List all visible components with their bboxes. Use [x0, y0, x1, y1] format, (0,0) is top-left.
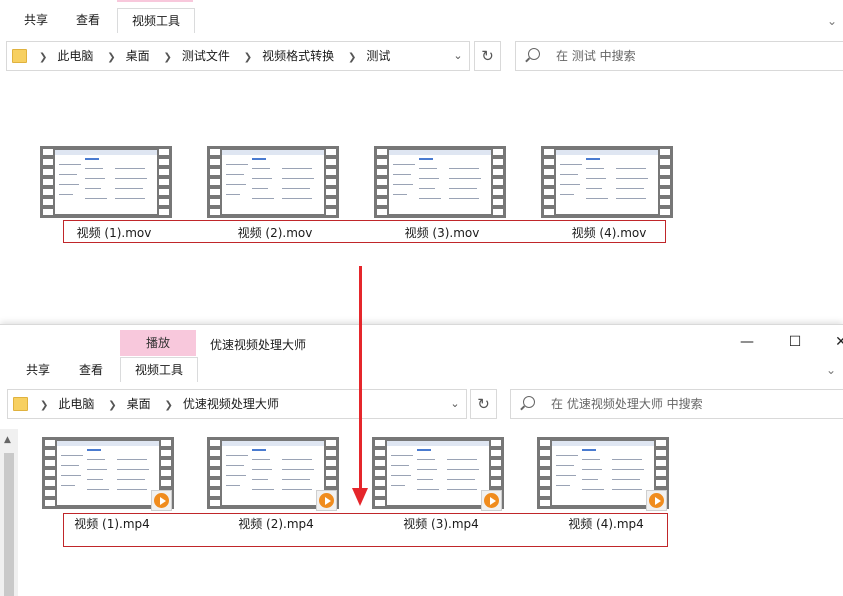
- video-thumbnail: [55, 150, 157, 214]
- video-thumbnail: [556, 150, 658, 214]
- video-file-icon[interactable]: [40, 146, 172, 218]
- breadcrumb: ❯ 此电脑 ❯ 桌面 ❯ 测试文件 ❯ 视频格式转换 ❯ 测试: [33, 42, 394, 70]
- video-file-icon[interactable]: [372, 437, 504, 511]
- search-placeholder: 在 测试 中搜索: [556, 49, 636, 63]
- search-placeholder: 在 优速视频处理大师 中搜索: [551, 397, 703, 411]
- breadcrumb-separator-icon: ❯: [243, 52, 253, 63]
- context-header-play: 播放: [117, 0, 193, 2]
- breadcrumb-item[interactable]: 桌面: [122, 42, 154, 70]
- tab-share[interactable]: 共享: [14, 8, 58, 32]
- video-thumbnail: [57, 441, 159, 505]
- breadcrumb-item[interactable]: 测试文件: [178, 42, 234, 70]
- explorer-window-converter: 播放 优速视频处理大师 — ☐ ✕ 共享 查看 视频工具 ⌄ ❯ 此电脑 ❯ 桌面 …: [0, 324, 843, 596]
- player-badge-icon: [646, 490, 667, 511]
- file-name[interactable]: 视频 (3).mov: [372, 224, 512, 241]
- explorer-window-test: 播放 共享 查看 视频工具 ⌄ ❯ 此电脑 ❯ 桌面 ❯ 测试文件 ❯ 视频格式转换 ❯…: [0, 0, 843, 322]
- address-bar[interactable]: ❯ 此电脑 ❯ 桌面 ❯ 优速视频处理大师 ⌄: [7, 389, 467, 419]
- player-badge-icon: [316, 490, 337, 511]
- breadcrumb-separator-icon: ❯: [108, 400, 117, 411]
- video-file-icon[interactable]: [207, 437, 339, 511]
- tab-share[interactable]: 共享: [16, 358, 60, 382]
- player-badge-icon: [151, 490, 172, 511]
- refresh-icon: ↻: [477, 395, 490, 413]
- tab-view[interactable]: 查看: [69, 358, 113, 382]
- file-name[interactable]: 视频 (4).mov: [539, 224, 679, 241]
- breadcrumb-item[interactable]: 桌面: [123, 390, 155, 418]
- minimize-button[interactable]: —: [724, 329, 770, 355]
- file-name[interactable]: 视频 (1).mp4: [42, 515, 182, 532]
- video-thumbnail: [389, 150, 491, 214]
- refresh-button[interactable]: ↻: [470, 389, 497, 419]
- breadcrumb: ❯ 此电脑 ❯ 桌面 ❯ 优速视频处理大师: [34, 390, 283, 418]
- folder-icon: [12, 49, 27, 63]
- tab-view[interactable]: 查看: [66, 8, 110, 32]
- context-header-play: 播放: [120, 330, 196, 356]
- breadcrumb-separator-icon: ❯: [163, 52, 172, 63]
- ribbon-expand-icon[interactable]: ⌄: [827, 14, 837, 28]
- video-file-icon[interactable]: [541, 146, 673, 218]
- file-name[interactable]: 视频 (2).mp4: [206, 515, 346, 532]
- window-title: 优速视频处理大师: [210, 338, 307, 352]
- ribbon-expand-icon[interactable]: ⌄: [826, 363, 836, 377]
- video-file-icon[interactable]: [42, 437, 174, 511]
- file-name[interactable]: 视频 (4).mp4: [536, 515, 676, 532]
- refresh-icon: ↻: [481, 47, 494, 65]
- file-name[interactable]: 视频 (3).mp4: [371, 515, 511, 532]
- search-icon: [523, 396, 535, 408]
- video-file-icon[interactable]: [537, 437, 669, 511]
- close-button[interactable]: ✕: [818, 329, 843, 355]
- file-name[interactable]: 视频 (2).mov: [205, 224, 345, 241]
- folder-icon: [13, 397, 28, 411]
- breadcrumb-separator-icon: ❯: [107, 52, 116, 63]
- video-thumbnail: [222, 150, 324, 214]
- scrollbar-thumb[interactable]: [4, 453, 14, 596]
- video-file-icon[interactable]: [374, 146, 506, 218]
- tab-video-tools[interactable]: 视频工具: [120, 357, 198, 382]
- player-badge-icon: [481, 490, 502, 511]
- address-bar[interactable]: ❯ 此电脑 ❯ 桌面 ❯ 测试文件 ❯ 视频格式转换 ❯ 测试 ⌄: [6, 41, 470, 71]
- breadcrumb-separator-icon: ❯: [164, 400, 173, 411]
- refresh-button[interactable]: ↻: [474, 41, 501, 71]
- video-thumbnail: [222, 441, 324, 505]
- navigation-pane-scrollbar[interactable]: ▲: [0, 429, 18, 596]
- tab-video-tools[interactable]: 视频工具: [117, 8, 195, 33]
- scroll-up-icon[interactable]: ▲: [4, 435, 11, 445]
- breadcrumb-item[interactable]: 此电脑: [54, 390, 98, 418]
- search-box[interactable]: 在 测试 中搜索: [515, 41, 843, 71]
- address-dropdown-icon[interactable]: ⌄: [447, 42, 469, 70]
- maximize-button[interactable]: ☐: [772, 329, 818, 355]
- breadcrumb-item[interactable]: 测试: [362, 42, 394, 70]
- search-box[interactable]: 在 优速视频处理大师 中搜索: [510, 389, 843, 419]
- search-icon: [528, 48, 540, 60]
- address-dropdown-icon[interactable]: ⌄: [444, 390, 466, 418]
- arrow-head-icon: [352, 488, 368, 506]
- breadcrumb-separator-icon: ❯: [39, 52, 48, 63]
- breadcrumb-separator-icon: ❯: [347, 52, 357, 63]
- conversion-arrow: [359, 266, 362, 490]
- breadcrumb-item[interactable]: 视频格式转换: [258, 42, 338, 70]
- video-thumbnail: [387, 441, 489, 505]
- video-file-icon[interactable]: [207, 146, 339, 218]
- breadcrumb-item[interactable]: 优速视频处理大师: [179, 390, 283, 418]
- file-name[interactable]: 视频 (1).mov: [44, 224, 184, 241]
- breadcrumb-separator-icon: ❯: [40, 400, 49, 411]
- video-thumbnail: [552, 441, 654, 505]
- breadcrumb-item[interactable]: 此电脑: [53, 42, 97, 70]
